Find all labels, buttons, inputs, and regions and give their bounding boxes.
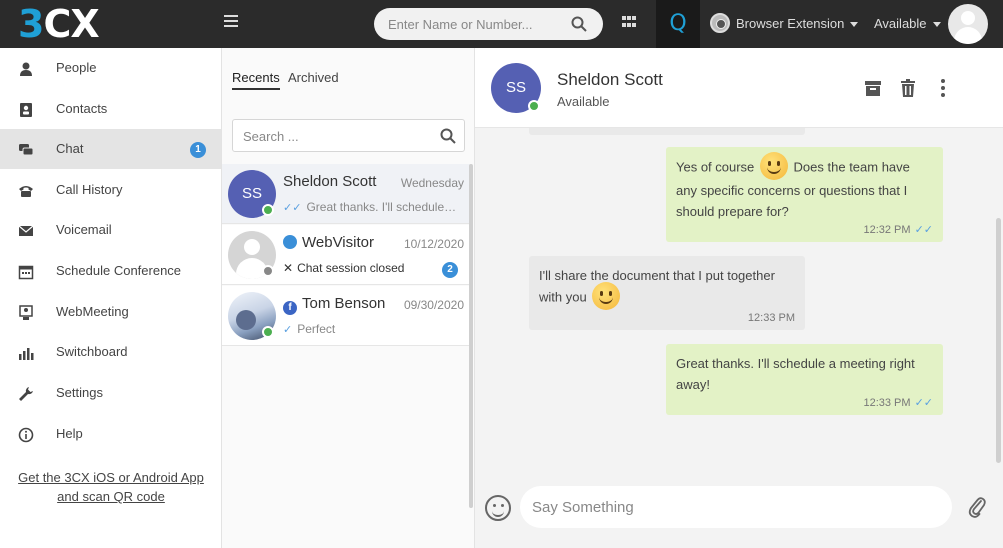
message-bubble-incoming: I'll share the document that I put toget… (529, 256, 805, 330)
conversation-date: 10/12/2020 (403, 237, 464, 251)
tab-archived[interactable]: Archived (288, 70, 339, 88)
chat-scrollbar[interactable] (996, 218, 1001, 463)
more-options-icon[interactable] (933, 78, 953, 98)
message-list: Yes of course Does the team have any spe… (475, 128, 1003, 465)
archive-icon[interactable] (863, 78, 883, 98)
dialpad-icon[interactable] (622, 16, 637, 29)
conversation-item[interactable]: WebVisitor 10/12/2020 ✕ Chat session clos… (222, 225, 470, 285)
chat-panel: SS Sheldon Scott Available Yes of course… (475, 48, 1003, 548)
person-icon (20, 62, 32, 76)
voicemail-icon (18, 225, 34, 236)
double-check-icon: ✓✓ (914, 396, 933, 409)
conversation-panel: Recents Archived SS Sheldon Scott Wednes… (222, 48, 475, 548)
chrome-icon (710, 13, 730, 33)
contact-name: Sheldon Scott (557, 70, 663, 89)
paperclip-icon[interactable] (967, 495, 987, 519)
q-button[interactable]: Q (656, 0, 700, 48)
sidebar-item-webmeeting[interactable]: WebMeeting (0, 292, 221, 332)
message-input[interactable] (520, 486, 952, 528)
conversation-preview: Chat session closed (297, 261, 405, 275)
chat-header: SS Sheldon Scott Available (475, 48, 1003, 128)
smiley-emoji-icon (759, 152, 788, 180)
message-bubble-outgoing: Great thanks. I'll schedule a meeting ri… (666, 344, 943, 415)
status-dropdown[interactable]: Available (874, 16, 941, 31)
conversation-date: 09/30/2020 (403, 298, 464, 312)
mobile-app-link[interactable]: Get the 3CX iOS or Android App and scan … (14, 468, 208, 506)
conversation-search (232, 119, 465, 152)
conversation-name: WebVisitor (302, 234, 374, 251)
top-bar: 3CX Q Browser Extension Available (0, 0, 1003, 48)
sidebar-item-schedule-conference[interactable]: Schedule Conference (0, 251, 221, 291)
check-icon: ✓ (283, 323, 293, 336)
hamburger-menu-icon[interactable] (224, 15, 238, 27)
conversation-search-input[interactable] (243, 127, 433, 145)
chat-icon (19, 144, 34, 156)
offline-status-dot (262, 265, 274, 277)
webmeeting-icon (19, 305, 33, 320)
global-search (374, 8, 603, 40)
conversation-scrollbar[interactable] (469, 164, 473, 508)
conversation-tabs: Recents Archived (222, 48, 474, 108)
bar-chart-icon (19, 348, 34, 360)
sidebar-item-settings[interactable]: Settings (0, 373, 221, 413)
message-bubble-outgoing: Yes of course Does the team have any spe… (666, 147, 943, 242)
web-chat-icon (283, 235, 297, 249)
sidebar-item-call-history[interactable]: Call History (0, 170, 221, 210)
contact-status: Available (557, 94, 610, 109)
sidebar-item-contacts[interactable]: Contacts (0, 89, 221, 129)
online-status-dot (262, 204, 274, 216)
unread-badge: 2 (442, 262, 458, 278)
conversation-date: Wednesday (400, 176, 464, 190)
conversation-item[interactable]: SS Sheldon Scott Wednesday ✓✓ Great thank… (222, 164, 470, 224)
calendar-icon (18, 265, 34, 280)
message-bubble-partial (529, 128, 805, 135)
global-search-input[interactable] (388, 14, 568, 34)
conversation-item[interactable]: f Tom Benson 09/30/2020 ✓ Perfect (222, 286, 470, 346)
browser-extension-dropdown[interactable]: Browser Extension (736, 16, 859, 31)
message-composer (475, 465, 1003, 548)
search-icon[interactable] (571, 16, 587, 32)
conversation-preview: Great thanks. I'll schedule a meeting ri… (306, 200, 458, 214)
trash-icon[interactable] (898, 78, 918, 98)
close-icon: ✕ (283, 261, 294, 275)
contacts-icon (20, 103, 32, 117)
info-icon (18, 427, 34, 443)
conversation-name: Tom Benson (302, 295, 386, 312)
double-check-icon: ✓✓ (283, 201, 302, 214)
user-avatar[interactable] (948, 4, 988, 44)
conversation-name: Sheldon Scott (283, 173, 377, 190)
double-check-icon: ✓✓ (914, 223, 933, 236)
tab-recents[interactable]: Recents (232, 70, 280, 90)
emoji-picker-icon[interactable] (485, 495, 511, 521)
sidebar: People Contacts Chat 1 Call History Voic… (0, 48, 222, 548)
phone-icon (19, 186, 33, 197)
sidebar-item-voicemail[interactable]: Voicemail (0, 210, 221, 250)
online-status-dot (528, 100, 540, 112)
sidebar-item-chat[interactable]: Chat 1 (0, 129, 221, 169)
3cx-logo[interactable]: 3CX (18, 4, 100, 44)
message-time: 12:32 PM (863, 224, 911, 236)
search-icon[interactable] (440, 128, 456, 144)
caret-down-icon (850, 22, 859, 28)
smiley-emoji-icon (592, 282, 621, 310)
sidebar-item-people[interactable]: People (0, 48, 221, 88)
sidebar-item-help[interactable]: Help (0, 414, 221, 454)
sidebar-item-switchboard[interactable]: Switchboard (0, 332, 221, 372)
chat-unread-badge: 1 (190, 142, 206, 158)
message-time: 12:33 PM (747, 312, 795, 324)
caret-down-icon (932, 22, 941, 28)
online-status-dot (262, 326, 274, 338)
conversation-preview: Perfect (297, 322, 336, 336)
message-time: 12:33 PM (863, 397, 911, 409)
wrench-icon (19, 387, 33, 401)
facebook-icon: f (283, 301, 297, 315)
